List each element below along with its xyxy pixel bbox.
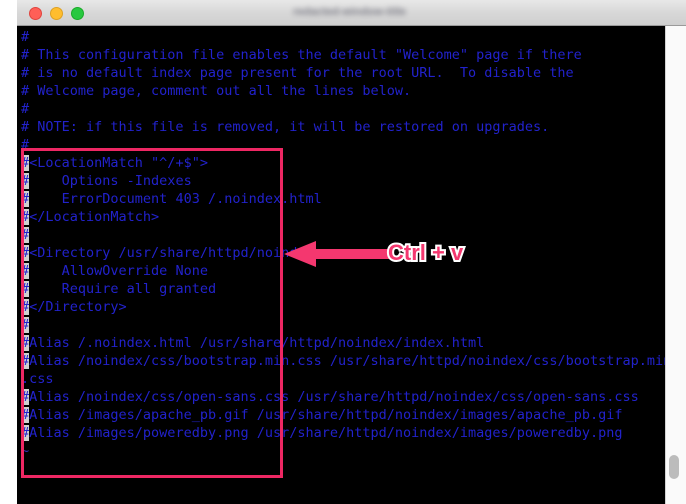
- vim-line-text: ~: [21, 443, 30, 459]
- vim-line: # NOTE: if this file is removed, it will…: [21, 118, 665, 136]
- vim-line-text: </Directory>: [29, 299, 127, 315]
- vim-line-text: #: [21, 137, 30, 153]
- vim-line: # Require all granted: [21, 280, 665, 298]
- vim-line-text: .css: [21, 371, 54, 387]
- traffic-light-group: [29, 7, 84, 20]
- left-arrow-icon: [284, 241, 390, 267]
- visual-block-selected-cell: #: [21, 281, 30, 297]
- close-button-icon[interactable]: [29, 7, 42, 20]
- visual-block-selected-cell: #: [21, 335, 30, 351]
- visual-block-selected-cell: #: [21, 317, 30, 333]
- minimize-button-icon[interactable]: [50, 7, 63, 20]
- visual-block-selected-cell: #: [21, 389, 30, 405]
- vim-line: #Alias /noindex/css/open-sans.css /usr/s…: [21, 388, 665, 406]
- vim-line-text: Alias /images/apache_pb.gif /usr/share/h…: [29, 407, 623, 423]
- window-titlebar[interactable]: redacted-window-title: [17, 0, 686, 26]
- vim-line: #: [21, 316, 665, 334]
- vim-line: .css: [21, 370, 665, 388]
- vim-line-text: Alias /images/poweredby.png /usr/share/h…: [29, 425, 623, 441]
- visual-block-selected-cell: #: [21, 173, 30, 189]
- vim-line-text: # is no default index page present for t…: [21, 65, 574, 81]
- visual-block-selected-cell: #: [21, 155, 30, 171]
- vim-line-text: #: [21, 29, 30, 45]
- vim-line-text: Alias /noindex/css/open-sans.css /usr/sh…: [29, 389, 639, 405]
- vim-line: # is no default index page present for t…: [21, 64, 665, 82]
- vim-line-text: Require all granted: [29, 281, 217, 297]
- vim-line-text: Options -Indexes: [29, 173, 192, 189]
- vim-line: ~: [21, 442, 665, 460]
- vim-line: #: [21, 100, 665, 118]
- vim-line: #</LocationMatch>: [21, 208, 665, 226]
- svg-text:Ctrl + v: Ctrl + v: [388, 240, 464, 265]
- vim-line: #Alias /images/apache_pb.gif /usr/share/…: [21, 406, 665, 424]
- vim-line-text: [29, 317, 37, 333]
- vim-line: #</Directory>: [21, 298, 665, 316]
- vertical-scrollbar-thumb[interactable]: [669, 455, 679, 479]
- vim-line-text: #: [21, 101, 30, 117]
- vim-line-text: [29, 227, 37, 243]
- vim-line: #Alias /.noindex.html /usr/share/httpd/n…: [21, 334, 665, 352]
- vim-line: # Options -Indexes: [21, 172, 665, 190]
- visual-block-selected-cell: #: [21, 353, 30, 369]
- vim-line: #Alias /images/poweredby.png /usr/share/…: [21, 424, 665, 442]
- vim-line-text: AllowOverride None: [29, 263, 208, 279]
- zoom-button-icon[interactable]: [71, 7, 84, 20]
- visual-block-selected-cell: #: [21, 407, 30, 423]
- left-gutter: [0, 0, 17, 504]
- vim-line: # ErrorDocument 403 /.noindex.html: [21, 190, 665, 208]
- visual-block-selected-cell: #: [21, 263, 30, 279]
- visual-block-selected-cell: #: [21, 299, 30, 315]
- vim-line-text: Alias /noindex/css/bootstrap.min.css /us…: [29, 353, 665, 369]
- vim-line: #: [21, 28, 665, 46]
- vim-line: #: [21, 136, 665, 154]
- window-title: redacted-window-title: [292, 6, 407, 18]
- vim-line-text: # NOTE: if this file is removed, it will…: [21, 119, 550, 135]
- visual-block-selected-cell: #: [21, 425, 30, 441]
- visual-block-selected-cell: #: [21, 245, 30, 261]
- vim-line-text: </LocationMatch>: [29, 209, 160, 225]
- vim-line: #<LocationMatch "^/+$">: [21, 154, 665, 172]
- annotation-label: Ctrl + v: [386, 238, 466, 267]
- vim-line-text: # Welcome page, comment out all the line…: [21, 83, 412, 99]
- visual-block-selected-cell: #: [21, 227, 30, 243]
- vim-statusline: -- VISUAL BLOCK -- 22,1 All: [17, 480, 665, 504]
- vim-line-text: ErrorDocument 403 /.noindex.html: [29, 191, 322, 207]
- vim-line: # This configuration file enables the de…: [21, 46, 665, 64]
- vim-line-text: Alias /.noindex.html /usr/share/httpd/no…: [29, 335, 485, 351]
- vim-line-text: <LocationMatch "^/+$">: [29, 155, 208, 171]
- screenshot-root: redacted-window-title # # This configurat…: [0, 0, 686, 504]
- vim-line: # Welcome page, comment out all the line…: [21, 82, 665, 100]
- visual-block-selected-cell: #: [21, 209, 30, 225]
- vim-line-text: <Directory /usr/share/httpd/noindex>: [29, 245, 322, 261]
- visual-block-selected-cell: #: [21, 191, 30, 207]
- vim-line: #Alias /noindex/css/bootstrap.min.css /u…: [21, 352, 665, 370]
- vertical-scrollbar-track[interactable]: [665, 26, 686, 504]
- vim-line-text: # This configuration file enables the de…: [21, 47, 582, 63]
